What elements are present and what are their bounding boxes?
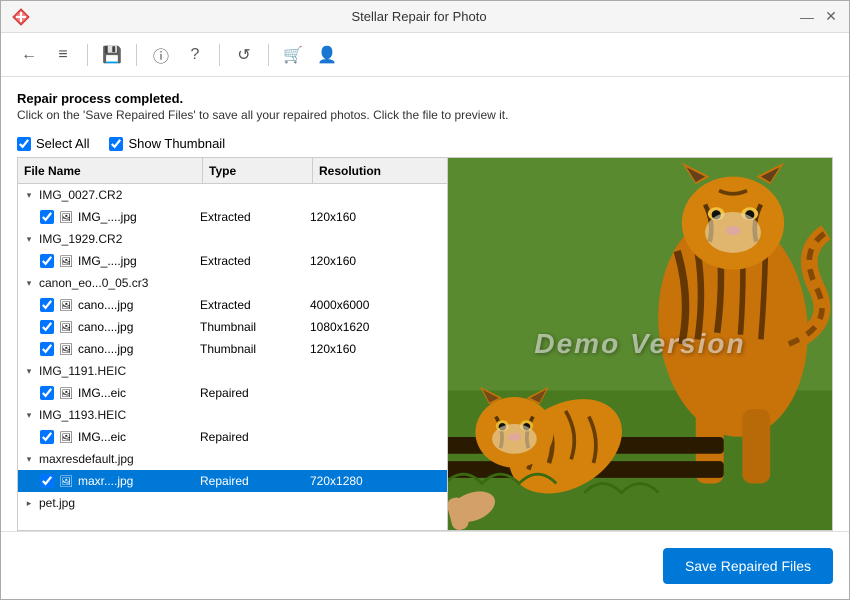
expand-icon-maxres: ▾ xyxy=(22,452,36,466)
group-img0027: ▾ IMG_0027.CR2 🖼 IMG_....jpg Extracted 1… xyxy=(18,184,447,228)
save-repaired-button[interactable]: Save Repaired Files xyxy=(663,548,833,584)
col-resolution-header: Resolution xyxy=(313,158,447,183)
list-item[interactable]: 🖼 maxr....jpg Repaired 720x1280 xyxy=(18,470,447,492)
list-item[interactable]: 🖼 cano....jpg Extracted 4000x6000 xyxy=(18,294,447,316)
save-toolbar-button[interactable]: 💾 xyxy=(98,41,126,69)
file-icon: 🖼 xyxy=(58,253,74,269)
window-controls: — ✕ xyxy=(799,9,839,25)
status-message: Repair process completed. Click on the '… xyxy=(17,91,833,122)
help-button[interactable]: ? xyxy=(181,41,209,69)
file-icon: 🖼 xyxy=(58,209,74,225)
file-checkbox[interactable] xyxy=(40,342,54,356)
toolbar-separator-4 xyxy=(268,44,269,66)
file-checkbox[interactable] xyxy=(40,298,54,312)
expand-icon-img0027: ▾ xyxy=(22,188,36,202)
group-row-maxres[interactable]: ▾ maxresdefault.jpg xyxy=(18,448,447,470)
group-maxres: ▾ maxresdefault.jpg 🖼 maxr....jpg Repair… xyxy=(18,448,447,492)
file-icon: 🖼 xyxy=(58,473,74,489)
group-canon: ▾ canon_eo...0_05.cr3 🖼 cano....jpg Extr… xyxy=(18,272,447,360)
toolbar-separator-2 xyxy=(136,44,137,66)
expand-icon-canon: ▾ xyxy=(22,276,36,290)
status-sub: Click on the 'Save Repaired Files' to sa… xyxy=(17,108,833,122)
user-button[interactable]: 👤 xyxy=(313,41,341,69)
file-checkbox[interactable] xyxy=(40,386,54,400)
file-checkbox[interactable] xyxy=(40,254,54,268)
list-item[interactable]: 🖼 IMG...eic Repaired xyxy=(18,382,447,404)
expand-icon-img1191: ▾ xyxy=(22,364,36,378)
main-window: Stellar Repair for Photo — ✕ ← ≡ 💾 ⓘ ? ↺… xyxy=(0,0,850,600)
file-list-header: File Name Type Resolution xyxy=(18,158,447,184)
file-checkbox[interactable] xyxy=(40,320,54,334)
group-row-img1191[interactable]: ▾ IMG_1191.HEIC xyxy=(18,360,447,382)
file-checkbox[interactable] xyxy=(40,430,54,444)
split-area: File Name Type Resolution ▾ IMG_0027.CR2… xyxy=(17,157,833,531)
group-img1193: ▾ IMG_1193.HEIC 🖼 IMG...eic Repaired xyxy=(18,404,447,448)
options-bar: Select All Show Thumbnail xyxy=(17,136,833,151)
file-checkbox[interactable] xyxy=(40,474,54,488)
file-icon: 🖼 xyxy=(58,341,74,357)
list-item[interactable]: 🖼 IMG_....jpg Extracted 120x160 xyxy=(18,250,447,272)
window-title: Stellar Repair for Photo xyxy=(39,9,799,24)
cart-button[interactable]: 🛒 xyxy=(279,41,307,69)
content-area: Repair process completed. Click on the '… xyxy=(1,77,849,531)
file-checkbox[interactable] xyxy=(40,210,54,224)
app-icon xyxy=(11,7,31,27)
col-type-header: Type xyxy=(203,158,313,183)
list-item[interactable]: 🖼 IMG...eic Repaired xyxy=(18,426,447,448)
toolbar-separator-3 xyxy=(219,44,220,66)
minimize-button[interactable]: — xyxy=(799,9,815,25)
file-list-panel: File Name Type Resolution ▾ IMG_0027.CR2… xyxy=(18,158,448,530)
file-icon: 🖼 xyxy=(58,429,74,445)
back-button[interactable]: ← xyxy=(15,41,43,69)
group-row-canon[interactable]: ▾ canon_eo...0_05.cr3 xyxy=(18,272,447,294)
group-row-pet[interactable]: ▸ pet.jpg xyxy=(18,492,447,514)
group-pet: ▸ pet.jpg xyxy=(18,492,447,514)
list-item[interactable]: 🖼 IMG_....jpg Extracted 120x160 xyxy=(18,206,447,228)
expand-icon-img1193: ▾ xyxy=(22,408,36,422)
file-list-body[interactable]: ▾ IMG_0027.CR2 🖼 IMG_....jpg Extracted 1… xyxy=(18,184,447,530)
group-row-img1193[interactable]: ▾ IMG_1193.HEIC xyxy=(18,404,447,426)
preview-panel: Demo Version xyxy=(448,158,832,530)
group-row-img1929[interactable]: ▾ IMG_1929.CR2 xyxy=(18,228,447,250)
show-thumbnail-label[interactable]: Show Thumbnail xyxy=(109,136,225,151)
show-thumbnail-text: Show Thumbnail xyxy=(128,136,225,151)
select-all-text: Select All xyxy=(36,136,89,151)
group-img1191: ▾ IMG_1191.HEIC 🖼 IMG...eic Repaired xyxy=(18,360,447,404)
list-item[interactable]: 🖼 cano....jpg Thumbnail 1080x1620 xyxy=(18,316,447,338)
group-row-img0027[interactable]: ▾ IMG_0027.CR2 xyxy=(18,184,447,206)
status-bold: Repair process completed. xyxy=(17,91,833,106)
select-all-label[interactable]: Select All xyxy=(17,136,89,151)
bottom-bar: Save Repaired Files xyxy=(1,531,849,599)
col-filename-header: File Name xyxy=(18,158,203,183)
expand-icon-img1929: ▾ xyxy=(22,232,36,246)
select-all-checkbox[interactable] xyxy=(17,137,31,151)
file-icon: 🖼 xyxy=(58,385,74,401)
file-icon: 🖼 xyxy=(58,319,74,335)
toolbar-separator-1 xyxy=(87,44,88,66)
info-button[interactable]: ⓘ xyxy=(147,41,175,69)
menu-button[interactable]: ≡ xyxy=(49,41,77,69)
file-icon: 🖼 xyxy=(58,297,74,313)
close-button[interactable]: ✕ xyxy=(823,9,839,25)
refresh-button[interactable]: ↺ xyxy=(230,41,258,69)
title-bar: Stellar Repair for Photo — ✕ xyxy=(1,1,849,33)
expand-icon-pet: ▸ xyxy=(22,496,36,510)
list-item[interactable]: 🖼 cano....jpg Thumbnail 120x160 xyxy=(18,338,447,360)
toolbar: ← ≡ 💾 ⓘ ? ↺ 🛒 👤 xyxy=(1,33,849,77)
group-img1929: ▾ IMG_1929.CR2 🖼 IMG_....jpg Extracted 1… xyxy=(18,228,447,272)
show-thumbnail-checkbox[interactable] xyxy=(109,137,123,151)
